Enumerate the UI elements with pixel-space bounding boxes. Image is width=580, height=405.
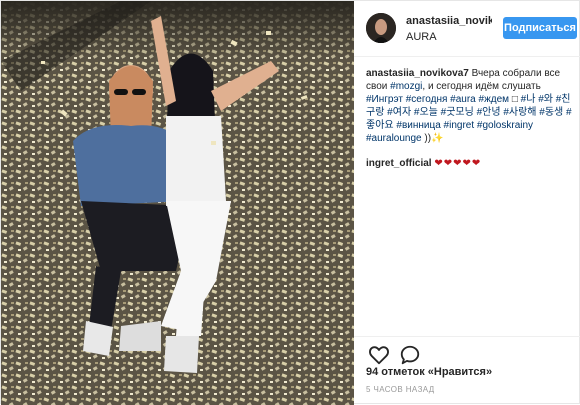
post-sidebar: anastasiia_novikov AURA Подписаться anas… <box>354 1 580 405</box>
post-photo[interactable] <box>1 1 354 405</box>
avatar[interactable] <box>366 13 396 43</box>
mention-mozgi[interactable]: #mozgi <box>390 81 422 92</box>
caption-username[interactable]: anastasiia_novikova7 <box>366 68 469 79</box>
caption-tail: )) <box>421 133 432 144</box>
comment-icon[interactable] <box>399 344 421 366</box>
post-actions: 94 отметок «Нравится» 5 ЧАСОВ НАЗАД <box>354 336 580 405</box>
instagram-post: anastasiia_novikov AURA Подписаться anas… <box>0 0 580 405</box>
comments-section: anastasiia_novikova7 Вчера собрали все с… <box>366 67 574 170</box>
post-timestamp[interactable]: 5 ЧАСОВ НАЗАД <box>366 385 435 394</box>
reply-username[interactable]: ingret_official <box>366 158 432 169</box>
sparkle-icon: ✨ <box>431 133 444 144</box>
likes-count[interactable]: 94 отметок «Нравится» <box>366 366 492 378</box>
avatar-image <box>366 13 396 43</box>
heart-icon[interactable] <box>368 344 390 366</box>
header-location[interactable]: AURA <box>406 31 437 43</box>
hearts-emoji: ❤❤❤❤❤ <box>434 158 482 169</box>
post-photo-image <box>1 1 354 405</box>
post-header: anastasiia_novikov AURA Подписаться <box>354 1 580 57</box>
caption-text-2: , и сегодня идём слушать <box>422 81 541 92</box>
header-username[interactable]: anastasiia_novikov <box>406 15 492 27</box>
caption-comment: anastasiia_novikova7 Вчера собрали все с… <box>366 67 574 145</box>
caption-hashtags-1[interactable]: #Ингрэт #сегодня #aura #ждем <box>366 94 512 105</box>
follow-button[interactable]: Подписаться <box>503 17 577 39</box>
reply-comment: ingret_official ❤❤❤❤❤ <box>366 157 574 170</box>
